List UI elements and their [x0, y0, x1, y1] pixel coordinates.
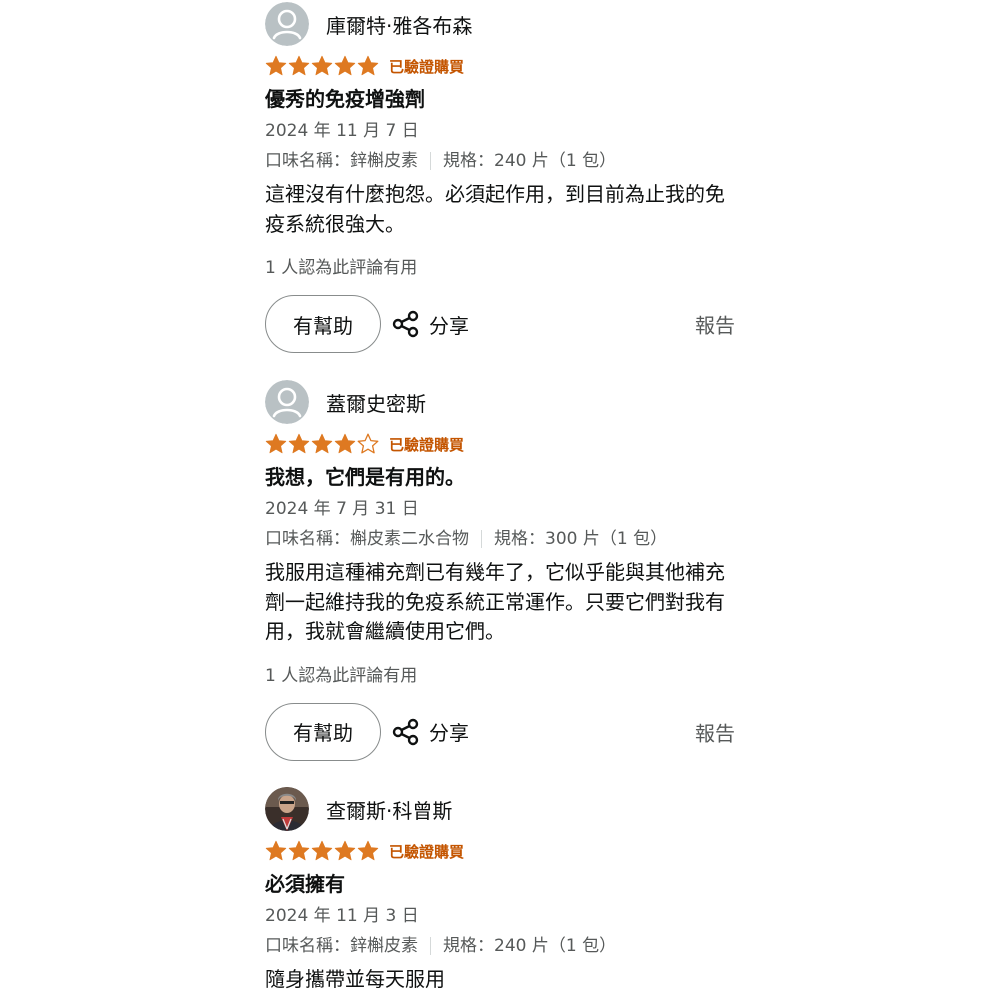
review-title: 我想，它們是有用的。 — [265, 465, 465, 489]
review-body: 隨身攜帶並每天服用 — [265, 967, 445, 991]
helpful-count: 1 人認為此評論有用 — [265, 665, 418, 686]
star-filled-icon — [311, 55, 333, 76]
default-avatar-icon — [265, 2, 309, 46]
reviewer-name: 蓋爾史密斯 — [326, 391, 426, 416]
review-title: 必須擁有 — [265, 872, 345, 896]
share-icon — [392, 310, 419, 338]
rating-row: 已驗證購買 — [265, 52, 735, 80]
star-filled-icon — [288, 840, 310, 861]
size-name: 規格：240 片（1 包） — [443, 936, 617, 956]
review-card: 蓋爾史密斯 已驗證購買 我想，它們是有用的。 2024 年 7 月 31 日 口… — [265, 380, 735, 762]
share-button[interactable]: 分享 — [391, 717, 469, 747]
helpful-count: 1 人認為此評論有用 — [265, 258, 418, 278]
review-card: 查爾斯·科曾斯 已驗證購買 必須擁有 2024 年 11 月 3 日 口味名稱：… — [265, 787, 735, 995]
reviewer-name: 庫爾特·雅各布森 — [326, 13, 473, 38]
star-rating[interactable] — [265, 840, 379, 862]
star-filled-icon — [288, 433, 310, 454]
divider — [481, 530, 482, 548]
rating-row: 已驗證購買 — [265, 430, 735, 458]
product-variant[interactable]: 口味名稱：槲皮素二水合物 規格：300 片（1 包） — [265, 524, 735, 554]
divider — [430, 937, 431, 955]
report-link[interactable]: 報告 — [695, 717, 735, 746]
flavor-name: 口味名稱：鋅槲皮素 — [265, 151, 418, 171]
star-filled-icon — [265, 840, 287, 861]
size-name: 規格：300 片（1 包） — [494, 529, 668, 549]
star-filled-icon — [311, 840, 333, 861]
star-filled-icon — [334, 433, 356, 454]
reviewer-name: 查爾斯·科曾斯 — [326, 798, 453, 823]
review-card: 庫爾特·雅各布森 已驗證購買 優秀的免疫增強劑 2024 年 11 月 7 日 … — [265, 2, 735, 354]
share-label: 分享 — [429, 721, 469, 745]
star-filled-icon — [288, 55, 310, 76]
review-date: 2024 年 7 月 31 日 — [265, 499, 419, 519]
review-date: 2024 年 11 月 7 日 — [265, 121, 419, 141]
reviewer[interactable]: 庫爾特·雅各布森 — [265, 2, 735, 46]
review-actions: 有幫助 分享 報告 — [265, 702, 735, 762]
flavor-name: 口味名稱：槲皮素二水合物 — [265, 529, 469, 549]
review-body: 我服用這種補充劑已有幾年了，它似乎能與其他補充劑一起維持我的免疫系統正常運作。只… — [265, 560, 725, 643]
share-icon — [392, 718, 419, 745]
verified-purchase-badge[interactable]: 已驗證購買 — [389, 434, 464, 455]
review-date: 2024 年 11 月 3 日 — [265, 906, 419, 926]
star-filled-icon — [265, 55, 287, 76]
star-rating[interactable] — [265, 55, 379, 77]
divider — [430, 152, 431, 170]
star-empty-icon — [357, 433, 379, 454]
profile-photo — [265, 787, 309, 831]
star-rating[interactable] — [265, 433, 379, 455]
share-label: 分享 — [429, 313, 469, 338]
helpful-button[interactable]: 有幫助 — [265, 295, 381, 353]
share-button[interactable]: 分享 — [391, 309, 469, 339]
size-name: 規格：240 片（1 包） — [443, 151, 617, 171]
star-filled-icon — [265, 433, 287, 454]
star-filled-icon — [357, 55, 379, 76]
product-variant[interactable]: 口味名稱：鋅槲皮素 規格：240 片（1 包） — [265, 931, 735, 961]
star-filled-icon — [357, 840, 379, 861]
default-avatar-icon — [265, 380, 309, 424]
reviews-page: 庫爾特·雅各布森 已驗證購買 優秀的免疫增強劑 2024 年 11 月 7 日 … — [0, 0, 1000, 1000]
review-title: 優秀的免疫增強劑 — [265, 87, 425, 111]
review-body: 這裡沒有什麼抱怨。必須起作用，到目前為止我的免疫系統很強大。 — [265, 182, 725, 236]
review-actions: 有幫助 分享 報告 — [265, 294, 735, 354]
star-filled-icon — [311, 433, 333, 454]
report-link[interactable]: 報告 — [695, 310, 735, 339]
rating-row: 已驗證購買 — [265, 837, 735, 865]
flavor-name: 口味名稱：鋅槲皮素 — [265, 936, 418, 956]
star-filled-icon — [334, 55, 356, 76]
verified-purchase-badge[interactable]: 已驗證購買 — [389, 56, 464, 77]
verified-purchase-badge[interactable]: 已驗證購買 — [389, 841, 464, 862]
reviewer[interactable]: 查爾斯·科曾斯 — [265, 787, 735, 831]
helpful-button[interactable]: 有幫助 — [265, 702, 381, 761]
star-filled-icon — [334, 840, 356, 861]
product-variant[interactable]: 口味名稱：鋅槲皮素 規格：240 片（1 包） — [265, 146, 735, 176]
reviewer[interactable]: 蓋爾史密斯 — [265, 380, 735, 424]
